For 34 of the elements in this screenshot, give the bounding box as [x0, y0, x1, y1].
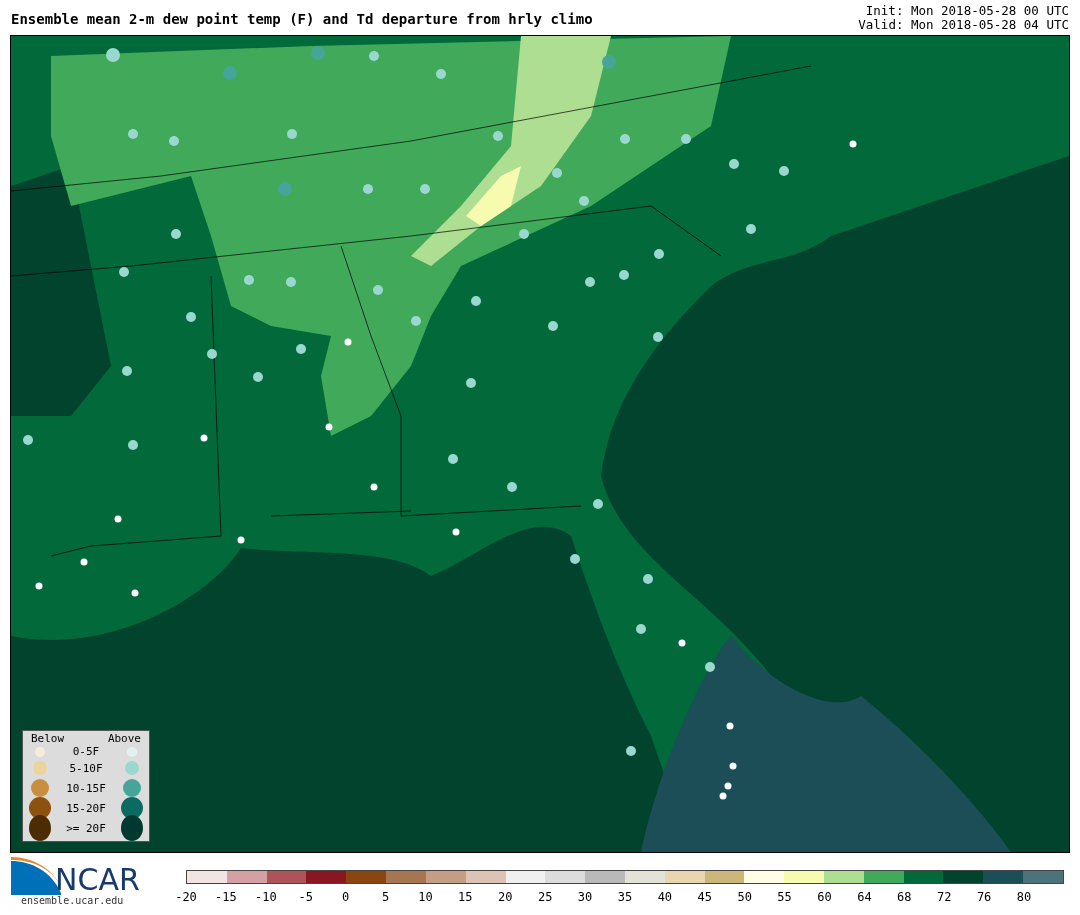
valid-time: Valid: Mon 2018-05-28 04 UTC — [858, 18, 1069, 32]
tick-label: 25 — [537, 890, 553, 904]
tick-label: 30 — [577, 890, 593, 904]
tick-label: 60 — [817, 890, 832, 904]
legend-heading: Below — [31, 733, 65, 745]
website-url: ensemble.ucar.edu — [21, 895, 125, 906]
tick-label: 15 — [458, 890, 473, 904]
init-time: Init: Mon 2018-05-28 00 UTC — [865, 4, 1069, 18]
tick-label: 64 — [857, 890, 872, 904]
chart-title: Ensemble mean 2-m dew point temp (F) and Td departure from hrly climo — [11, 11, 593, 29]
tick-label: 10 — [418, 890, 433, 904]
tick-label: 20 — [498, 890, 513, 904]
legend-label: 10-15F — [66, 781, 106, 795]
legend-heading: Above — [107, 733, 141, 745]
tick-label: -10 — [254, 890, 277, 904]
tick-label: 55 — [777, 890, 792, 904]
tick-label: 35 — [617, 890, 633, 904]
legend-label: 0-5F — [72, 745, 100, 758]
tick-label: 80 — [1016, 890, 1032, 904]
legend-label: 5-10F — [69, 761, 103, 775]
logo-text: NCAR — [55, 865, 140, 895]
tick-label: -20 — [175, 890, 197, 904]
legend-label: 15-20F — [66, 801, 106, 815]
tick-label: 50 — [737, 890, 752, 904]
tick-label: 72 — [937, 890, 952, 904]
tick-label: -15 — [215, 890, 237, 904]
tick-label: 68 — [897, 890, 912, 904]
tick-label: 40 — [657, 890, 673, 904]
tick-label: 5 — [381, 890, 390, 904]
tick-label: -5 — [298, 890, 313, 904]
legend-label: >= 20F — [66, 821, 106, 835]
tick-label: 0 — [342, 890, 350, 904]
tick-label: 76 — [976, 890, 992, 904]
tick-label: 45 — [697, 890, 712, 904]
